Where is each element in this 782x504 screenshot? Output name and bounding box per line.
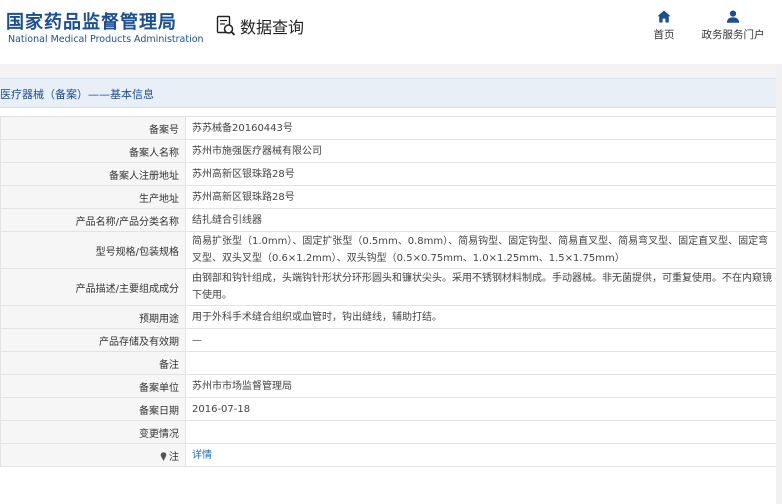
field-label: 备注 xyxy=(0,351,186,375)
site-logo-subtitle: National Medical Products Administration xyxy=(8,34,204,45)
field-label: 预期用途 xyxy=(0,305,186,329)
field-label: 变更情况 xyxy=(0,420,186,444)
field-value: 由钢部和钩针组成，头端钩针形状分环形圆头和镰状尖头。采用不锈钢材料制成。手动器械… xyxy=(185,268,782,306)
nav-home[interactable]: 首页 xyxy=(648,10,680,42)
field-value: 苏州市施强医疗器械有限公司 xyxy=(185,139,782,163)
pin-icon xyxy=(160,451,167,461)
nav-home-label: 首页 xyxy=(653,29,675,41)
field-value xyxy=(185,351,782,375)
table-row: 备案单位 苏州市市场监督管理局 xyxy=(0,374,782,398)
field-label: 注 xyxy=(169,451,179,463)
table-row: 变更情况 xyxy=(0,420,782,444)
table-row: 型号规格/包装规格 简易扩张型（1.0mm）、固定扩张型（0.5mm、0.8mm… xyxy=(0,231,782,269)
field-label: 备案日期 xyxy=(0,397,186,421)
page-scrollbar[interactable] xyxy=(776,64,782,504)
field-label: 备案号 xyxy=(0,116,186,140)
table-row: 注 详情 xyxy=(0,443,782,467)
nav-gov-label: 政务服务门户 xyxy=(701,29,765,41)
field-value: 简易扩张型（1.0mm）、固定扩张型（0.5mm、0.8mm）、简易钩型、固定钩… xyxy=(185,231,782,269)
record-detail-table: 备案号 苏苏械备20160443号 备案人名称 苏州市施强医疗器械有限公司 备案… xyxy=(0,116,782,467)
field-value: 2016-07-18 xyxy=(185,397,782,421)
nav-gov-portal[interactable]: 政务服务门户 xyxy=(700,10,766,42)
table-row: 备案人注册地址 苏州高新区银珠路28号 xyxy=(0,162,782,186)
user-icon xyxy=(726,10,740,23)
breadcrumb: 医疗器械（备案）——基本信息 xyxy=(0,78,782,108)
table-row: 产品存储及有效期 — xyxy=(0,328,782,352)
field-label: 备案人注册地址 xyxy=(0,162,186,186)
table-row: 备案人名称 苏州市施强医疗器械有限公司 xyxy=(0,139,782,163)
breadcrumb-text: 医疗器械（备案）——基本信息 xyxy=(0,88,154,101)
field-value: 苏州高新区银珠路28号 xyxy=(185,185,782,209)
data-query-link[interactable]: 数据查询 xyxy=(216,14,304,38)
table-row: 生产地址 苏州高新区银珠路28号 xyxy=(0,185,782,209)
home-icon xyxy=(657,10,671,23)
field-label: 生产地址 xyxy=(0,185,186,209)
field-value: — xyxy=(185,328,782,352)
table-row: 产品名称/产品分类名称 结扎缝合引线器 xyxy=(0,208,782,232)
field-label: 型号规格/包装规格 xyxy=(0,231,186,269)
details-link[interactable]: 详情 xyxy=(192,450,212,461)
table-row: 备注 xyxy=(0,351,782,375)
note-value-cell: 详情 xyxy=(185,443,782,467)
field-label: 产品名称/产品分类名称 xyxy=(0,208,186,232)
note-label-cell: 注 xyxy=(0,443,186,467)
table-row: 预期用途 用于外科手术缝合组织或血管时，钩出缝线，辅助打结。 xyxy=(0,305,782,329)
field-value: 苏苏械备20160443号 xyxy=(185,116,782,140)
site-header: 国家药品监督管理局 National Medical Products Admi… xyxy=(0,0,782,64)
field-value: 苏州市市场监督管理局 xyxy=(185,374,782,398)
field-value xyxy=(185,420,782,444)
header-divider xyxy=(0,64,782,78)
field-value: 苏州高新区银珠路28号 xyxy=(185,162,782,186)
field-label: 产品描述/主要组成成分 xyxy=(0,268,186,306)
table-row: 备案号 苏苏械备20160443号 xyxy=(0,116,782,140)
search-document-icon xyxy=(216,15,236,36)
table-row: 备案日期 2016-07-18 xyxy=(0,397,782,421)
table-row: 产品描述/主要组成成分 由钢部和钩针组成，头端钩针形状分环形圆头和镰状尖头。采用… xyxy=(0,268,782,306)
field-value: 结扎缝合引线器 xyxy=(185,208,782,232)
data-query-label: 数据查询 xyxy=(240,18,305,37)
field-label: 产品存储及有效期 xyxy=(0,328,186,352)
site-logo-title[interactable]: 国家药品监督管理局 xyxy=(6,8,177,34)
field-value: 用于外科手术缝合组织或血管时，钩出缝线，辅助打结。 xyxy=(185,305,782,329)
field-label: 备案人名称 xyxy=(0,139,186,163)
field-label: 备案单位 xyxy=(0,374,186,398)
